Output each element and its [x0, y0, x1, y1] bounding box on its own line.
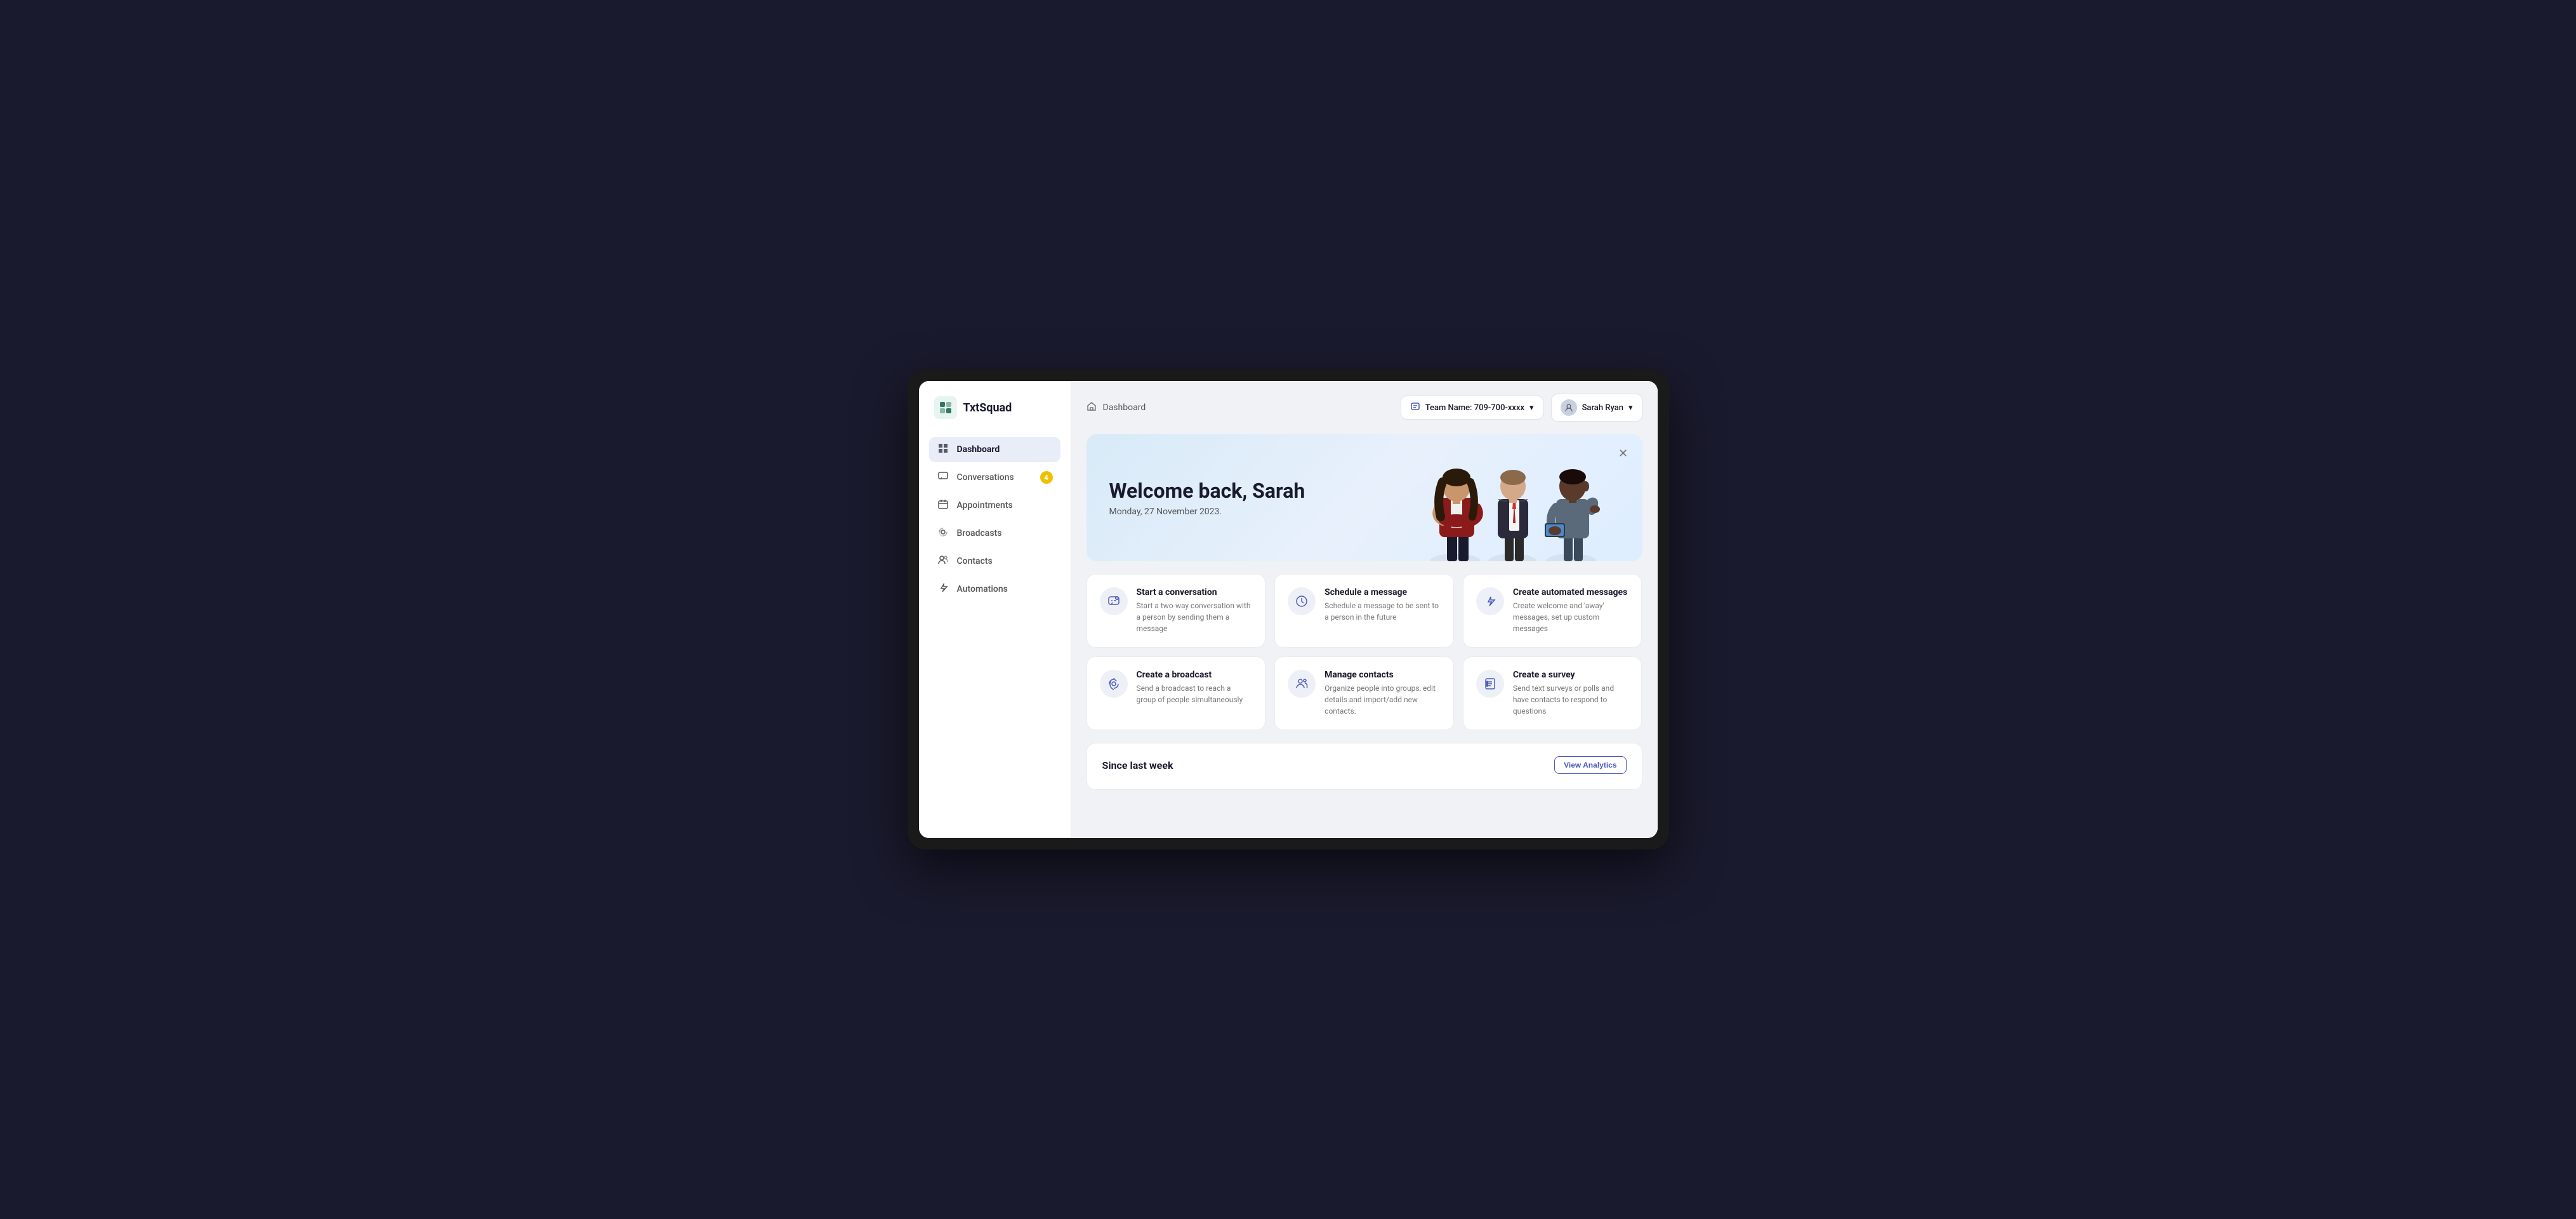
team-icon	[1410, 401, 1420, 414]
create-broadcast-title: Create a broadcast	[1137, 670, 1253, 680]
action-card-create-survey[interactable]: Create a survey Send text surveys or pol…	[1463, 656, 1642, 730]
welcome-date: Monday, 27 November 2023.	[1109, 507, 1305, 517]
contacts-icon	[937, 555, 949, 568]
schedule-message-content: Schedule a message Schedule a message to…	[1324, 587, 1441, 623]
sidebar-item-dashboard[interactable]: Dashboard	[929, 437, 1060, 462]
create-broadcast-icon	[1100, 670, 1128, 698]
action-card-create-broadcast[interactable]: Create a broadcast Send a broadcast to r…	[1087, 656, 1266, 730]
close-banner-button[interactable]: ✕	[1615, 444, 1632, 462]
manage-contacts-icon	[1288, 670, 1316, 698]
user-name: Sarah Ryan	[1582, 403, 1623, 413]
user-chevron-icon: ▾	[1628, 403, 1633, 413]
create-survey-title: Create a survey	[1513, 670, 1629, 680]
create-automated-icon	[1476, 587, 1504, 615]
sidebar-item-conversations-label: Conversations	[957, 472, 1014, 483]
conversations-icon	[937, 471, 949, 484]
start-conversation-title: Start a conversation	[1137, 587, 1253, 597]
create-broadcast-content: Create a broadcast Send a broadcast to r…	[1137, 670, 1253, 705]
main-content: Dashboard Team Name: 709-700-xxxx ▾	[1071, 381, 1658, 838]
dashboard-icon	[937, 443, 949, 456]
action-card-schedule-message[interactable]: Schedule a message Schedule a message to…	[1274, 574, 1454, 648]
since-last-week-section: Since last week View Analytics	[1087, 743, 1642, 790]
start-conversation-icon	[1100, 587, 1128, 615]
sidebar-item-contacts[interactable]: Contacts	[929, 549, 1060, 574]
manage-contacts-title: Manage contacts	[1324, 670, 1441, 680]
sidebar: TxtSquad Dashboard Conversations	[919, 381, 1071, 838]
sidebar-item-contacts-label: Contacts	[957, 556, 993, 566]
banner-illustration	[1401, 441, 1617, 561]
create-automated-content: Create automated messages Create welcome…	[1513, 587, 1629, 634]
sidebar-item-dashboard-label: Dashboard	[957, 444, 1000, 455]
header: Dashboard Team Name: 709-700-xxxx ▾	[1087, 394, 1642, 422]
create-automated-desc: Create welcome and 'away' messages, set …	[1513, 600, 1629, 634]
broadcasts-icon	[937, 527, 949, 540]
since-title: Since last week	[1102, 759, 1173, 771]
start-conversation-content: Start a conversation Start a two-way con…	[1137, 587, 1253, 634]
automations-icon	[937, 583, 949, 596]
avatar	[1561, 399, 1577, 416]
breadcrumb: Dashboard	[1087, 401, 1146, 414]
home-icon	[1087, 401, 1097, 414]
chevron-down-icon: ▾	[1529, 403, 1534, 413]
create-survey-icon	[1476, 670, 1504, 698]
team-label: Team Name: 709-700-xxxx	[1425, 403, 1524, 413]
manage-contacts-desc: Organize people into groups, edit detail…	[1324, 683, 1441, 717]
sidebar-item-conversations[interactable]: Conversations 4	[929, 465, 1060, 490]
schedule-message-title: Schedule a message	[1324, 587, 1441, 597]
welcome-text: Welcome back, Sarah Monday, 27 November …	[1109, 479, 1305, 517]
manage-contacts-content: Manage contacts Organize people into gro…	[1324, 670, 1441, 717]
since-header: Since last week View Analytics	[1102, 756, 1627, 774]
sidebar-item-broadcasts-label: Broadcasts	[957, 528, 1002, 538]
page-title: Dashboard	[1103, 403, 1146, 413]
appointments-icon	[937, 499, 949, 512]
create-survey-content: Create a survey Send text surveys or pol…	[1513, 670, 1629, 717]
create-automated-title: Create automated messages	[1513, 587, 1629, 597]
sidebar-item-automations-label: Automations	[957, 584, 1008, 594]
conversations-badge: 4	[1040, 471, 1053, 484]
schedule-message-icon	[1288, 587, 1316, 615]
people-svg	[1401, 441, 1617, 561]
action-card-manage-contacts[interactable]: Manage contacts Organize people into gro…	[1274, 656, 1454, 730]
header-controls: Team Name: 709-700-xxxx ▾ Sarah Ryan ▾	[1401, 394, 1642, 422]
schedule-message-desc: Schedule a message to be sent to a perso…	[1324, 600, 1441, 623]
sidebar-item-appointments-label: Appointments	[957, 500, 1013, 510]
create-survey-desc: Send text surveys or polls and have cont…	[1513, 683, 1629, 717]
team-selector[interactable]: Team Name: 709-700-xxxx ▾	[1401, 396, 1543, 420]
sidebar-item-broadcasts[interactable]: Broadcasts	[929, 521, 1060, 546]
action-card-start-conversation[interactable]: Start a conversation Start a two-way con…	[1087, 574, 1266, 648]
user-selector[interactable]: Sarah Ryan ▾	[1551, 394, 1642, 422]
sidebar-item-appointments[interactable]: Appointments	[929, 493, 1060, 518]
welcome-greeting: Welcome back, Sarah	[1109, 479, 1305, 503]
logo: TxtSquad	[929, 396, 1060, 434]
action-card-create-automated[interactable]: Create automated messages Create welcome…	[1463, 574, 1642, 648]
create-broadcast-desc: Send a broadcast to reach a group of peo…	[1137, 683, 1253, 705]
logo-icon	[934, 396, 957, 419]
start-conversation-desc: Start a two-way conversation with a pers…	[1137, 600, 1253, 634]
sidebar-item-automations[interactable]: Automations	[929, 576, 1060, 602]
app-name: TxtSquad	[963, 401, 1012, 415]
welcome-banner: Welcome back, Sarah Monday, 27 November …	[1087, 434, 1642, 561]
action-cards-grid: Start a conversation Start a two-way con…	[1087, 574, 1642, 730]
view-analytics-button[interactable]: View Analytics	[1554, 756, 1626, 774]
